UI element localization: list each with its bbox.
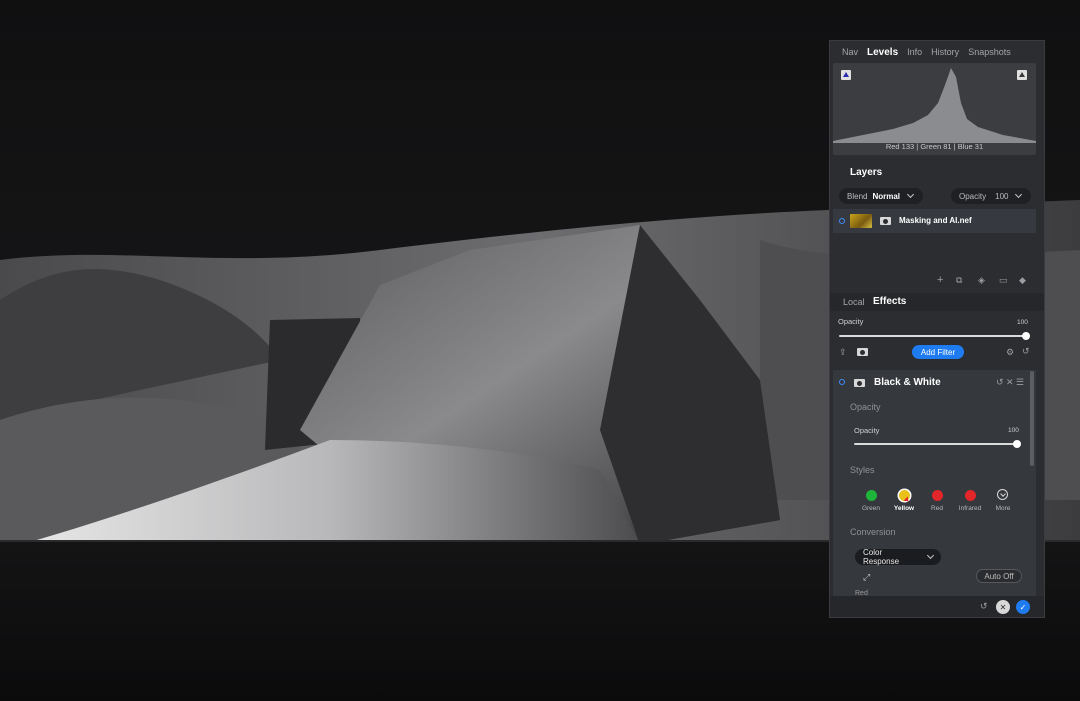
bw-opacity-knob[interactable] <box>1013 440 1021 448</box>
auto-label: Auto Off <box>984 571 1014 581</box>
panel-scrollbar[interactable] <box>1030 371 1034 466</box>
stack-icon[interactable]: ◆ <box>1019 275 1026 286</box>
new-document-icon[interactable]: ▭ <box>999 275 1008 286</box>
conversion-mode-value: Color Response <box>863 548 900 566</box>
layers-title: Layers <box>850 167 883 178</box>
effects-opacity-value: 100 <box>1017 319 1028 326</box>
bw-opacity-value: 100 <box>1008 427 1019 434</box>
filter-mask-icon[interactable] <box>854 379 865 387</box>
style-green-swatch[interactable] <box>866 490 877 501</box>
style-more-label: More <box>995 505 1011 512</box>
style-infrared-label: Infrared <box>958 505 982 512</box>
chevron-down-circle-icon[interactable] <box>997 489 1008 500</box>
filter-reset-icon[interactable]: ↺ <box>996 377 1004 388</box>
fill-icon[interactable]: ◈ <box>978 275 985 286</box>
gear-icon[interactable]: ⚙ <box>1006 347 1014 358</box>
conversion-mode-select[interactable]: Color Response <box>855 548 941 566</box>
layer-opacity-value: 100 <box>995 191 1009 201</box>
visibility-icon[interactable] <box>839 218 845 224</box>
layer-name: Masking and AI.nef <box>899 216 972 225</box>
effects-opacity-knob[interactable] <box>1022 332 1030 340</box>
conversion-section-label: Conversion <box>850 527 896 537</box>
undo-icon[interactable]: ↺ <box>980 601 988 612</box>
chevron-down-icon <box>926 551 935 560</box>
close-icon[interactable]: ✕ <box>1006 377 1014 388</box>
tab-effects[interactable]: Effects <box>873 296 906 307</box>
reset-icon[interactable]: ↺ <box>1022 346 1030 357</box>
bw-opacity-slider[interactable] <box>854 443 1015 445</box>
layer-thumbnail <box>850 214 872 228</box>
export-icon[interactable]: ⇪ <box>839 347 847 358</box>
blend-label: Blend <box>847 191 868 201</box>
effects-opacity-slider[interactable] <box>839 335 1025 337</box>
highlight-clipping-icon[interactable] <box>1017 70 1027 80</box>
top-tab-bar: Nav Levels Info History Snapshots <box>830 41 1044 63</box>
layer-row[interactable]: Masking and AI.nef <box>833 209 1036 233</box>
tab-info[interactable]: Info <box>907 47 922 57</box>
tab-local[interactable]: Local <box>843 297 865 307</box>
style-red-swatch[interactable] <box>932 490 943 501</box>
opacity-section-label: Opacity <box>850 402 881 412</box>
style-red-label: Red <box>931 505 943 512</box>
filter-visibility-icon[interactable] <box>839 379 845 385</box>
blend-mode-select[interactable]: Blend Normal <box>839 188 923 204</box>
histogram: Red 133 | Green 81 | Blue 31 <box>833 63 1036 155</box>
panel-footer: ↺ ✕ ✓ <box>830 596 1044 617</box>
styles-section-label: Styles <box>850 465 875 475</box>
chevron-down-icon <box>906 190 915 199</box>
histogram-readout: Red 133 | Green 81 | Blue 31 <box>885 142 984 151</box>
auto-button[interactable]: Auto Off <box>976 569 1022 583</box>
style-infrared-swatch[interactable] <box>965 490 976 501</box>
add-layer-icon[interactable]: + <box>937 274 943 286</box>
tab-nav[interactable]: Nav <box>842 47 858 57</box>
tab-history[interactable]: History <box>931 47 959 57</box>
bw-opacity-label: Opacity <box>854 426 880 435</box>
color-picker-icon[interactable]: ⤢ <box>863 572 870 583</box>
filter-title: Black & White <box>874 377 941 388</box>
shadow-clipping-icon[interactable] <box>841 70 851 80</box>
style-green-label: Green <box>861 505 881 512</box>
effects-opacity-label: Opacity <box>838 317 864 326</box>
layer-opacity-select[interactable]: Opacity 100 <box>951 188 1031 204</box>
tab-levels[interactable]: Levels <box>867 47 898 58</box>
tab-snapshots[interactable]: Snapshots <box>968 47 1011 57</box>
chevron-down-icon <box>1015 190 1023 199</box>
apply-button[interactable]: ✓ <box>1016 600 1030 614</box>
blend-value: Normal <box>872 191 901 201</box>
effects-mask-icon[interactable] <box>857 348 868 356</box>
duplicate-layer-icon[interactable]: ⧉ <box>956 275 962 286</box>
mask-icon[interactable] <box>880 217 891 225</box>
cancel-button[interactable]: ✕ <box>996 600 1010 614</box>
adjustments-panel: Nav Levels Info History Snapshots Red 13… <box>829 40 1045 618</box>
style-yellow-label: Yellow <box>893 505 915 512</box>
layer-opacity-label: Opacity <box>959 191 987 201</box>
add-filter-button[interactable]: Add Filter <box>912 345 964 359</box>
menu-icon[interactable]: ☰ <box>1016 377 1024 388</box>
black-white-filter: Black & White ↺ ✕ ☰ Opacity Opacity 100 … <box>833 370 1036 597</box>
